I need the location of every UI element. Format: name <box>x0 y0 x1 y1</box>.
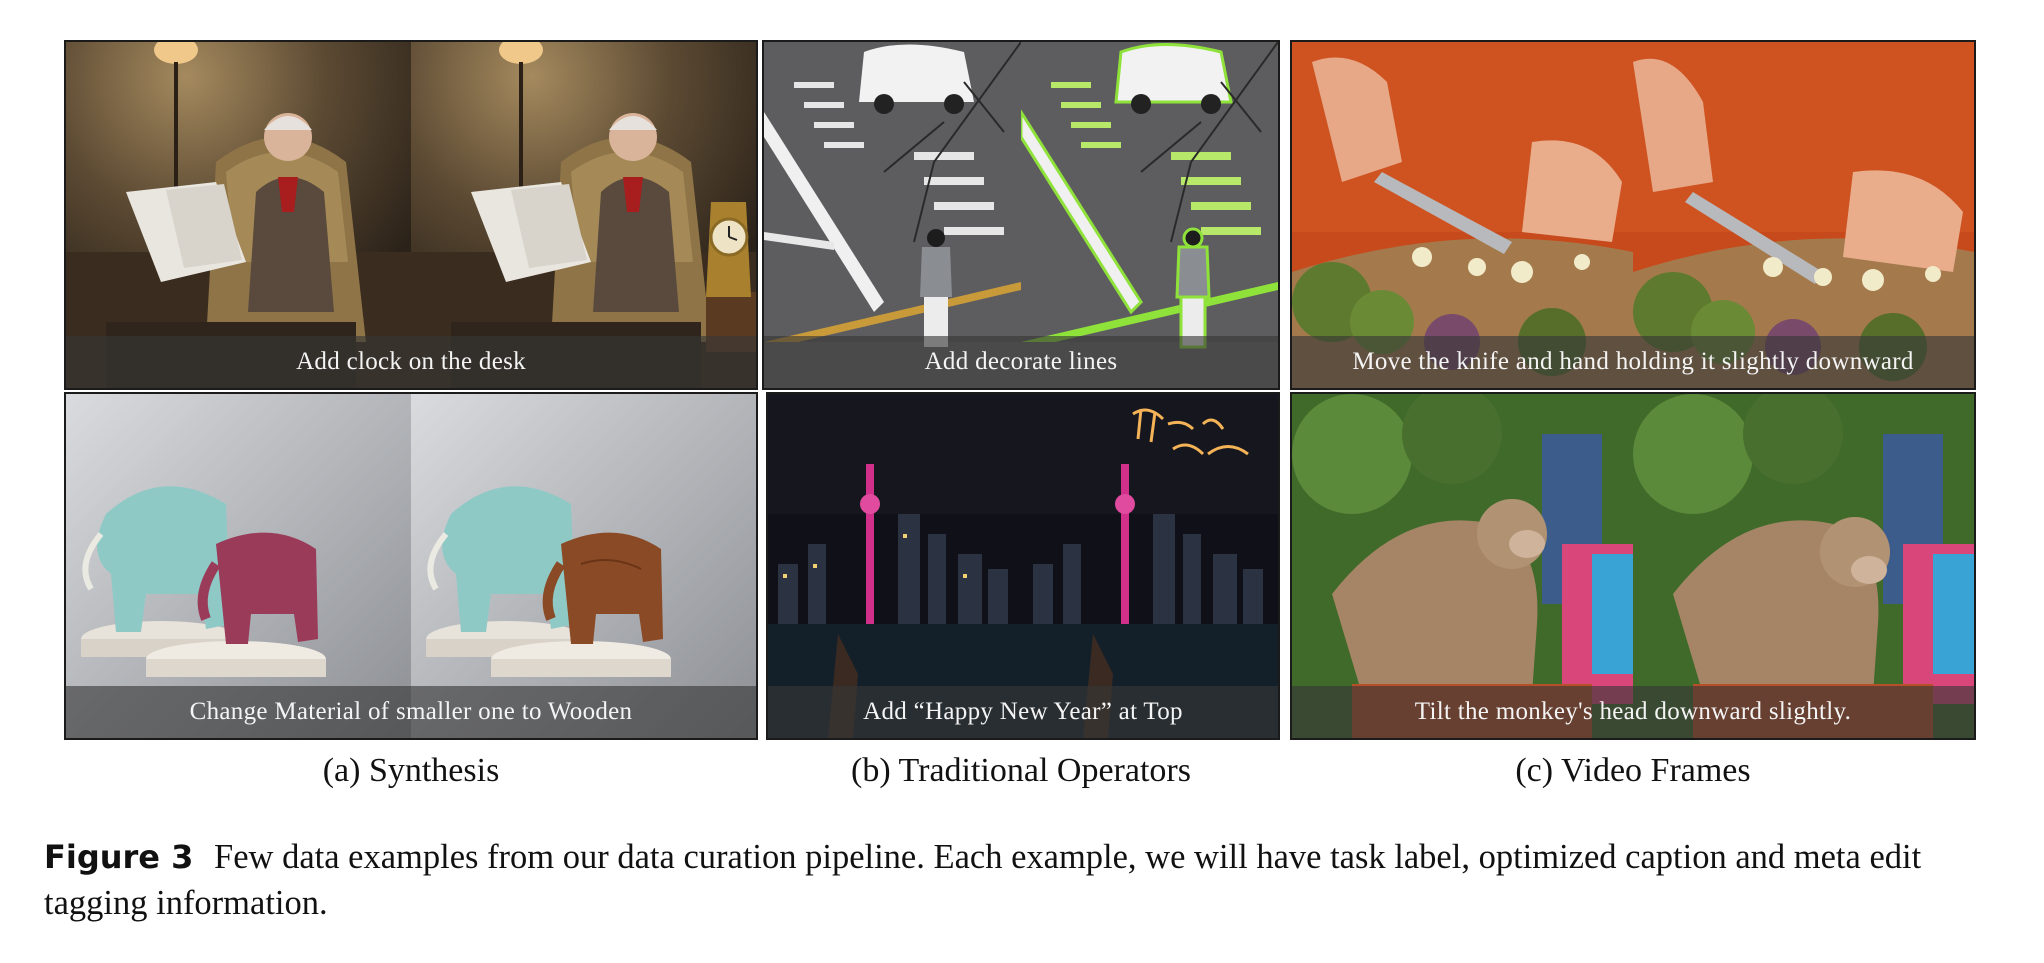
column-label-synthesis: (a) Synthesis <box>322 752 500 789</box>
example-panel-change-material: Change Material of smaller one to Wooden <box>64 392 758 740</box>
example-panel-tilt-head: Tilt the monkey's head downward slightly… <box>1290 392 1976 740</box>
figure-caption-text: Few data examples from our data curation… <box>44 838 1922 922</box>
edit-caption: Add clock on the desk <box>66 336 756 388</box>
example-panel-add-lines: Add decorate lines <box>762 40 1280 390</box>
example-panel-add-clock: Add clock on the desk <box>64 40 758 390</box>
edit-caption: Add “Happy New Year” at Top <box>768 686 1278 738</box>
example-panel-add-text: Add “Happy New Year” at Top <box>766 392 1280 740</box>
column-label-video-frames: (c) Video Frames <box>1515 752 1751 789</box>
figure-3: Add clock on the desk Add decorate lines… <box>0 0 2044 963</box>
edit-caption: Add decorate lines <box>764 336 1278 388</box>
figure-number: Figure 3 <box>44 838 194 876</box>
figure-caption: Figure 3 Few data examples from our data… <box>44 834 2024 926</box>
edit-caption: Tilt the monkey's head downward slightly… <box>1292 686 1974 738</box>
column-label-traditional-operators: (b) Traditional Operators <box>851 752 1191 789</box>
example-panel-move-knife: Move the knife and hand holding it sligh… <box>1290 40 1976 390</box>
edit-caption: Change Material of smaller one to Wooden <box>66 686 756 738</box>
edit-caption: Move the knife and hand holding it sligh… <box>1292 336 1974 388</box>
